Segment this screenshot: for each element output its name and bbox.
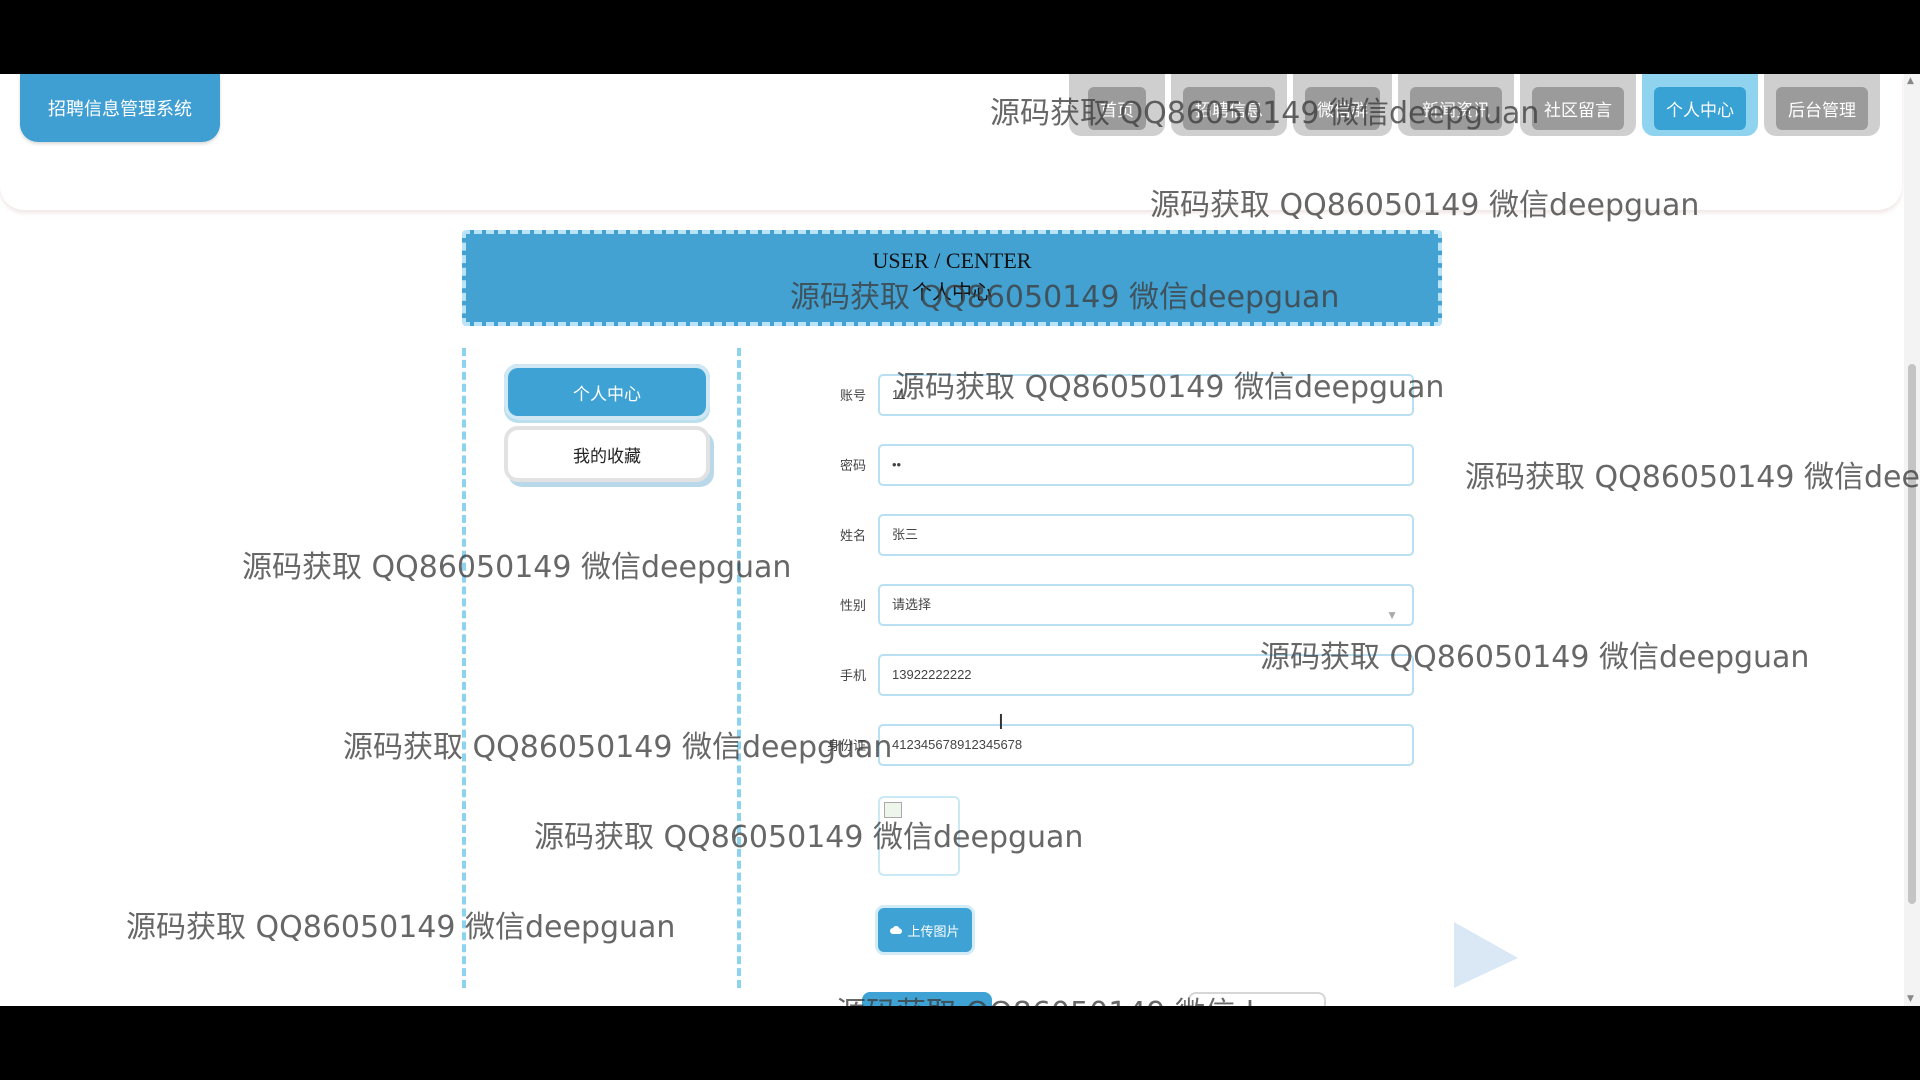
gender-label: 性别 xyxy=(839,599,866,614)
password-field[interactable]: •• xyxy=(878,444,1414,486)
form-row-id-card: 身份证 412345678912345678 xyxy=(820,724,1420,770)
cloud-upload-icon xyxy=(890,926,903,935)
nav-item-wechat-group[interactable]: 微信群 xyxy=(1293,74,1392,136)
page-viewport: 招聘信息管理系统 首页 招聘信息 微信群 新闻资讯 社区留言 个人中心 后台管理… xyxy=(0,74,1920,1006)
form-row-phone: 手机 13922222222 xyxy=(820,654,1420,700)
watermark: 源码获取 QQ86050149 微信deepguan xyxy=(1465,460,1920,495)
form-row-name: 姓名 张三 xyxy=(820,514,1420,560)
sidebar-item-user-center[interactable]: 个人中心 xyxy=(504,364,710,420)
form-row-password: 密码 •• xyxy=(820,444,1420,490)
nav-item-jobs[interactable]: 招聘信息 xyxy=(1171,74,1287,136)
scrollbar-thumb[interactable] xyxy=(1908,364,1916,904)
name-label: 姓名 xyxy=(839,529,866,544)
name-field[interactable]: 张三 xyxy=(878,514,1414,556)
nav-item-news[interactable]: 新闻资讯 xyxy=(1398,74,1514,136)
nav-item-user-center[interactable]: 个人中心 xyxy=(1642,74,1758,136)
form-row-gender: 性别 请选择 ▼ xyxy=(820,584,1420,630)
phone-field[interactable]: 13922222222 xyxy=(878,654,1414,696)
top-header: 招聘信息管理系统 首页 招聘信息 微信群 新闻资讯 社区留言 个人中心 后台管理 xyxy=(0,74,1902,210)
form-row-account: 账号 11 xyxy=(820,374,1420,420)
top-nav: 首页 招聘信息 微信群 新闻资讯 社区留言 个人中心 后台管理 xyxy=(1069,74,1880,136)
sidebar-item-favorites[interactable]: 我的收藏 xyxy=(504,426,710,482)
page-title-banner: USER / CENTER 个人中心 xyxy=(462,230,1442,326)
id-card-label: 身份证 xyxy=(826,739,866,754)
watermark: 源码获取 QQ86050149 微信deepguan xyxy=(126,910,676,945)
broken-image-icon xyxy=(884,802,902,818)
gender-select-value: 请选择 xyxy=(892,597,932,612)
watermark: 源码获取 QQ86050149 微信deepguan xyxy=(343,730,893,765)
scroll-up-icon[interactable]: ▲ xyxy=(1907,76,1914,86)
gender-select[interactable]: 请选择 ▼ xyxy=(878,584,1414,626)
text-cursor-icon: I xyxy=(998,710,1004,734)
page-title-en: USER / CENTER xyxy=(872,248,1032,273)
phone-label: 手机 xyxy=(839,669,866,684)
video-play-icon xyxy=(1454,922,1518,988)
account-field[interactable]: 11 xyxy=(878,374,1414,416)
watermark: 源码获取 QQ86050149 微信deepguan xyxy=(534,820,1084,855)
watermark: 源码获取 QQ86050149 微信deepguan xyxy=(242,550,792,585)
avatar-preview xyxy=(878,796,960,876)
password-label: 密码 xyxy=(839,459,866,474)
scroll-down-icon[interactable]: ▼ xyxy=(1907,994,1914,1004)
upload-image-label: 上传图片 xyxy=(907,924,960,940)
sidebar-divider-right xyxy=(737,348,741,988)
vertical-scrollbar[interactable]: ▲ ▼ xyxy=(1904,74,1920,1006)
submit-button[interactable] xyxy=(862,992,992,1006)
sidebar-divider-left xyxy=(462,348,466,988)
nav-item-messages[interactable]: 社区留言 xyxy=(1520,74,1636,136)
nav-item-home[interactable]: 首页 xyxy=(1069,74,1165,136)
logout-button[interactable] xyxy=(1188,992,1326,1006)
nav-item-admin[interactable]: 后台管理 xyxy=(1764,74,1880,136)
page-title-cn: 个人中心 xyxy=(912,282,992,304)
upload-image-button[interactable]: 上传图片 xyxy=(878,908,972,952)
account-label: 账号 xyxy=(839,389,866,404)
brand-logo[interactable]: 招聘信息管理系统 xyxy=(20,74,220,142)
id-card-field[interactable]: 412345678912345678 xyxy=(878,724,1414,766)
chevron-down-icon: ▼ xyxy=(1386,608,1398,622)
